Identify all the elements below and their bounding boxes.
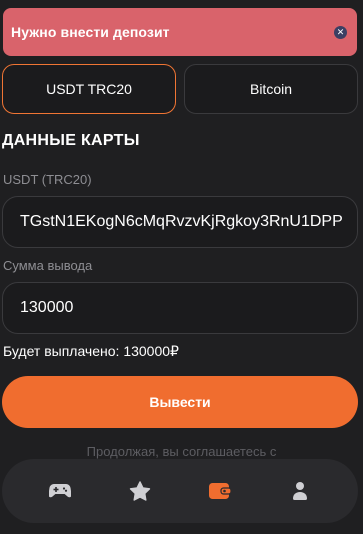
close-icon[interactable]: ✕: [334, 25, 347, 39]
address-label: USDT (TRC20): [3, 172, 92, 187]
withdraw-label: Вывести: [149, 394, 211, 410]
nav-favorites[interactable]: [120, 471, 160, 511]
method-label: Bitcoin: [249, 81, 293, 97]
nav-wallet[interactable]: [200, 471, 240, 511]
amount-label: Сумма вывода: [3, 258, 93, 273]
wallet-address-field[interactable]: TGstN1EKogN6cMqRvzvKjRgkoy3RnU1DPP: [2, 196, 358, 248]
gamepad-icon: [49, 484, 71, 498]
amount-value: 130000: [20, 299, 74, 316]
section-title: ДАННЫЕ КАРТЫ: [2, 132, 140, 149]
method-label: USDT TRC20: [46, 81, 132, 97]
wallet-icon: [209, 483, 231, 499]
nav-profile[interactable]: [280, 471, 320, 511]
payout-text: Будет выплачено: 130000₽: [3, 343, 179, 359]
method-usdt-trc20-button[interactable]: USDT TRC20: [2, 64, 176, 114]
user-icon: [293, 482, 307, 500]
method-bitcoin-button[interactable]: Bitcoin: [184, 64, 358, 114]
toast-message: Нужно внести депозит: [11, 24, 170, 40]
star-icon: [129, 480, 151, 501]
amount-field[interactable]: 130000: [2, 282, 358, 334]
nav-games[interactable]: [40, 471, 80, 511]
bottom-nav: [2, 459, 358, 523]
error-toast: Нужно внести депозит ✕: [3, 8, 357, 56]
payment-method-selector: USDT TRC20 Bitcoin: [2, 64, 358, 114]
withdraw-button[interactable]: Вывести: [2, 376, 358, 428]
agreement-text: Продолжая, вы соглашаетесь с: [86, 444, 277, 459]
wallet-address-value: TGstN1EKogN6cMqRvzvKjRgkoy3RnU1DPP: [20, 213, 343, 230]
